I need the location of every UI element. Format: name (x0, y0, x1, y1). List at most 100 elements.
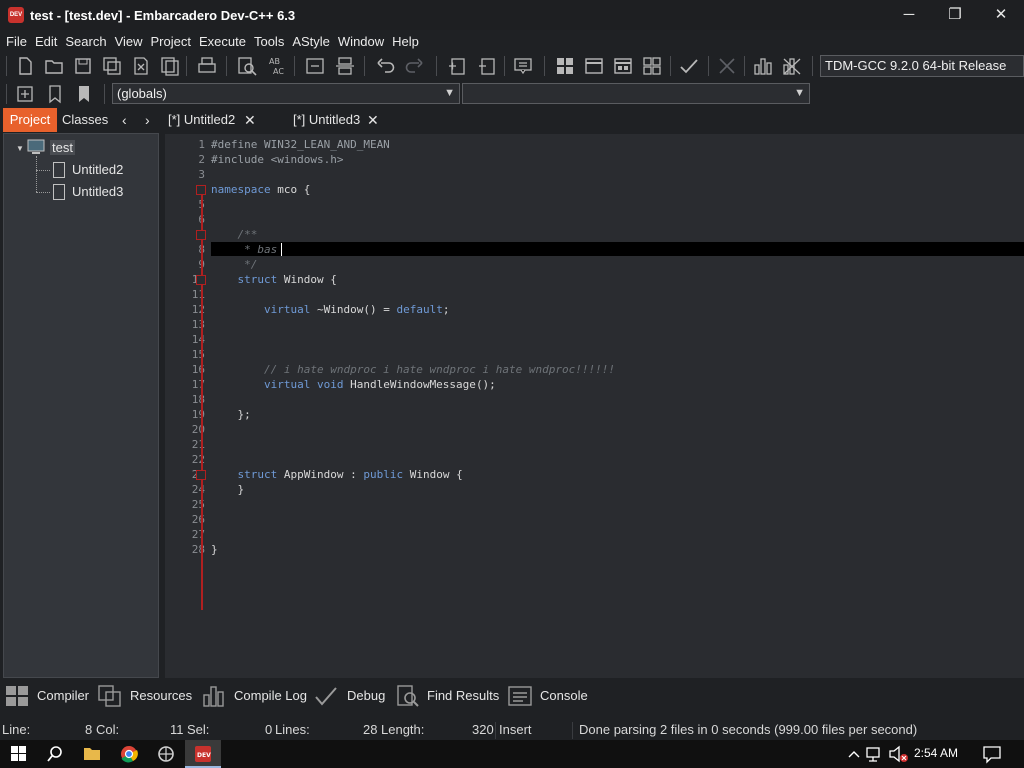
redo-icon[interactable] (404, 55, 426, 77)
tab-console[interactable]: Console (540, 680, 588, 712)
status-message: Done parsing 2 files in 0 seconds (999.0… (579, 722, 918, 737)
menu-view[interactable]: View (111, 34, 147, 49)
code-editor[interactable]: 1234567891011121314151617181920212223242… (165, 134, 1024, 678)
file-icon (53, 184, 65, 200)
find-icon[interactable] (236, 55, 258, 77)
tab-debug[interactable]: Debug (347, 680, 385, 712)
insert-icon[interactable] (14, 83, 36, 105)
code-line: * bas (211, 243, 278, 256)
syntax-check-icon[interactable] (678, 55, 700, 77)
tab-compile-log[interactable]: Compile Log (234, 680, 307, 712)
open-folder-icon[interactable] (43, 55, 65, 77)
status-sel-label: Sel: (187, 722, 210, 737)
fold-toggle-icon[interactable] (196, 275, 206, 285)
indent-icon[interactable] (304, 55, 326, 77)
menu-bar: File Edit Search View Project Execute To… (0, 30, 1024, 52)
menu-project[interactable]: Project (147, 34, 195, 49)
tree-item-untitled2[interactable]: Untitled2 (72, 162, 123, 177)
menu-search[interactable]: Search (61, 34, 110, 49)
new-project-icon[interactable] (446, 55, 468, 77)
search-icon[interactable] (37, 740, 73, 768)
code-line: struct Window { (237, 273, 337, 286)
menu-file[interactable]: File (2, 34, 31, 49)
minimize-button[interactable]: ─ (886, 0, 932, 30)
tab-project[interactable]: Project (3, 108, 57, 132)
chevron-left-icon[interactable]: ‹ (122, 108, 127, 132)
status-sel-value: 0 (265, 722, 273, 737)
profile-icon[interactable] (752, 55, 774, 77)
delete-profile-icon[interactable] (781, 55, 803, 77)
status-lines-label: Lines: (275, 722, 310, 737)
tab-untitled3[interactable]: [*] Untitled3 (293, 108, 360, 132)
app-icon: DEV (8, 7, 24, 23)
close-button[interactable]: ✕ (978, 0, 1024, 30)
menu-execute[interactable]: Execute (195, 34, 250, 49)
code-line: virtual void HandleWindowMessage(); (263, 378, 496, 391)
volume-muted-icon[interactable] (882, 740, 918, 768)
console-icon (508, 686, 532, 706)
menu-edit[interactable]: Edit (31, 34, 61, 49)
status-bar: Line: 8 Col: 11 Sel: 0 Lines: 28 Length:… (0, 721, 1024, 740)
chevron-right-icon[interactable]: › (145, 108, 150, 132)
unindent-icon[interactable] (334, 55, 356, 77)
line-number: 2 (198, 153, 205, 166)
member-combo[interactable]: ▼ (462, 83, 810, 104)
menu-window[interactable]: Window (334, 34, 388, 49)
chevron-down-icon: ▼ (794, 87, 805, 99)
tab-classes[interactable]: Classes (62, 108, 108, 132)
close-file-icon[interactable] (130, 55, 152, 77)
tree-item-untitled3[interactable]: Untitled3 (72, 184, 123, 199)
run-icon[interactable] (583, 55, 605, 77)
start-icon[interactable] (0, 740, 36, 768)
status-line-label: Line: (2, 722, 31, 737)
close-all-icon[interactable] (159, 55, 181, 77)
maximize-button[interactable]: ❐ (932, 0, 978, 30)
line-number: 3 (198, 168, 205, 181)
new-file-icon[interactable] (14, 55, 36, 77)
print-icon[interactable] (196, 55, 218, 77)
notifications-icon[interactable] (974, 740, 1010, 768)
fold-toggle-icon[interactable] (196, 470, 206, 480)
clean-icon[interactable] (716, 55, 738, 77)
fold-toggle-icon[interactable] (196, 185, 206, 195)
menu-tools[interactable]: Tools (250, 34, 288, 49)
tab-find-results[interactable]: Find Results (427, 680, 499, 712)
compile-run-icon[interactable] (612, 55, 634, 77)
status-length-value: 320 (472, 722, 494, 737)
close-tab-icon[interactable]: ✕ (367, 108, 379, 132)
app-icon[interactable] (148, 740, 184, 768)
replace-icon[interactable]: AB AC (266, 55, 288, 77)
code-line: #define WIN32_LEAN_AND_MEAN (211, 138, 390, 151)
code-line: }; (211, 408, 251, 421)
file-explorer-icon[interactable] (74, 740, 110, 768)
taskbar-clock[interactable]: 2:54 AM (914, 740, 958, 768)
collapse-icon[interactable]: ▼ (16, 144, 24, 153)
remove-from-project-icon[interactable] (476, 55, 498, 77)
compile-icon[interactable] (554, 55, 576, 77)
tab-resources[interactable]: Resources (130, 680, 192, 712)
menu-help[interactable]: Help (388, 34, 423, 49)
chrome-icon[interactable] (111, 740, 147, 768)
rebuild-all-icon[interactable] (641, 55, 663, 77)
fold-toggle-icon[interactable] (196, 230, 206, 240)
project-options-icon[interactable] (512, 55, 534, 77)
save-all-icon[interactable] (101, 55, 123, 77)
compiler-select[interactable]: TDM-GCC 9.2.0 64-bit Release (820, 55, 1024, 77)
code-line: } (211, 543, 218, 556)
save-icon[interactable] (72, 55, 94, 77)
toggle-bookmark-icon[interactable] (44, 83, 66, 105)
menu-astyle[interactable]: AStyle (288, 34, 334, 49)
compiler-icon (6, 686, 28, 706)
status-col-value: 11 (170, 722, 184, 737)
line-number: 1 (198, 138, 205, 151)
devcpp-taskbar-icon[interactable]: DEV (185, 740, 221, 768)
scope-combo[interactable]: (globals) ▼ (112, 83, 460, 104)
undo-icon[interactable] (374, 55, 396, 77)
tree-item-test[interactable]: test (50, 140, 75, 155)
windows-taskbar: DEV 2:54 AM (0, 740, 1024, 768)
status-lines-value: 28 (363, 722, 378, 737)
goto-bookmark-icon[interactable] (73, 83, 95, 105)
tab-untitled2[interactable]: [*] Untitled2 (168, 108, 235, 132)
close-tab-icon[interactable]: ✕ (244, 108, 256, 132)
tab-compiler[interactable]: Compiler (37, 680, 89, 712)
